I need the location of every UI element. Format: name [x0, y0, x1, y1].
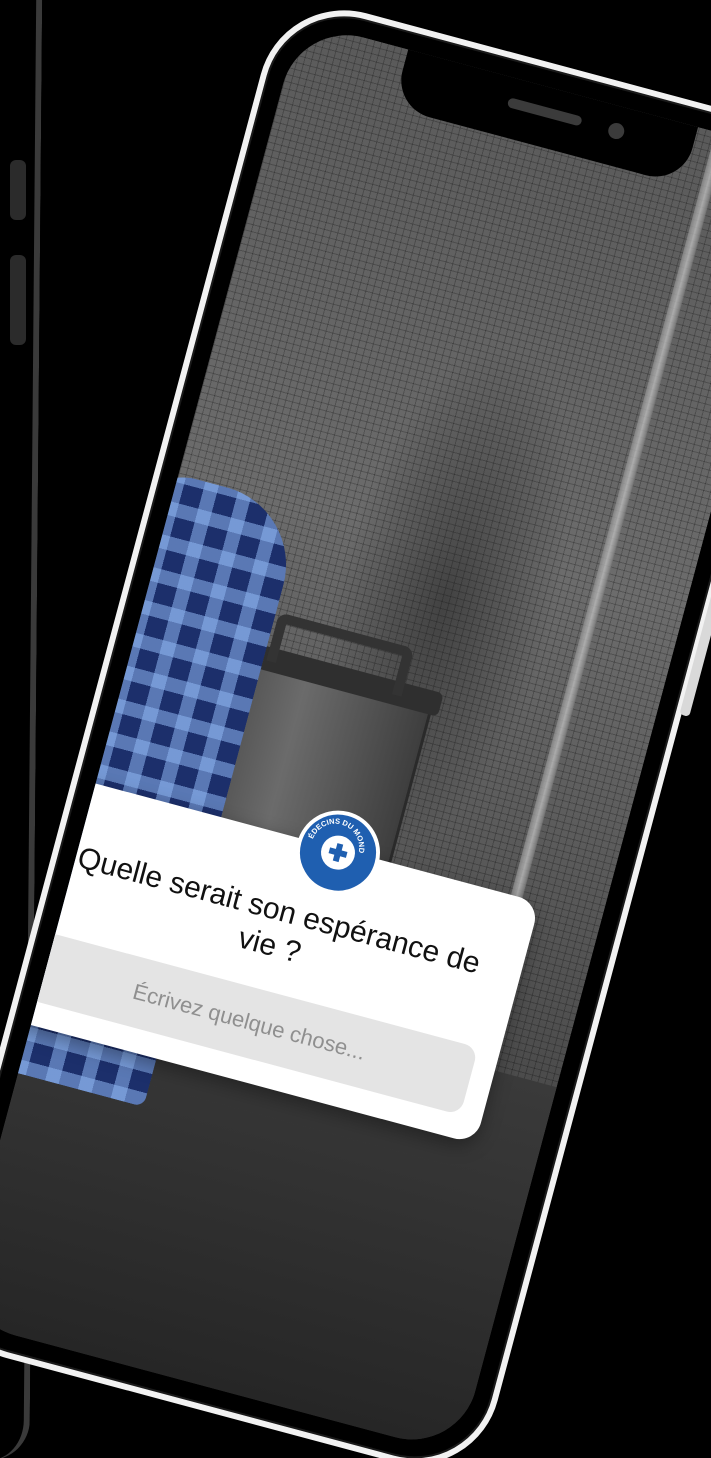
phone-frame: MÉDECINS DU MONDE Quelle serait son espé…	[0, 0, 711, 1458]
stage: MÉDECINS DU MONDE Quelle serait son espé…	[0, 0, 711, 1458]
front-camera	[606, 121, 627, 141]
adjacent-phone-button	[10, 255, 26, 345]
adjacent-phone-button	[10, 160, 26, 220]
speaker-grille	[506, 97, 583, 127]
phone-screen: MÉDECINS DU MONDE Quelle serait son espé…	[0, 20, 711, 1455]
phone-notch	[392, 49, 699, 186]
